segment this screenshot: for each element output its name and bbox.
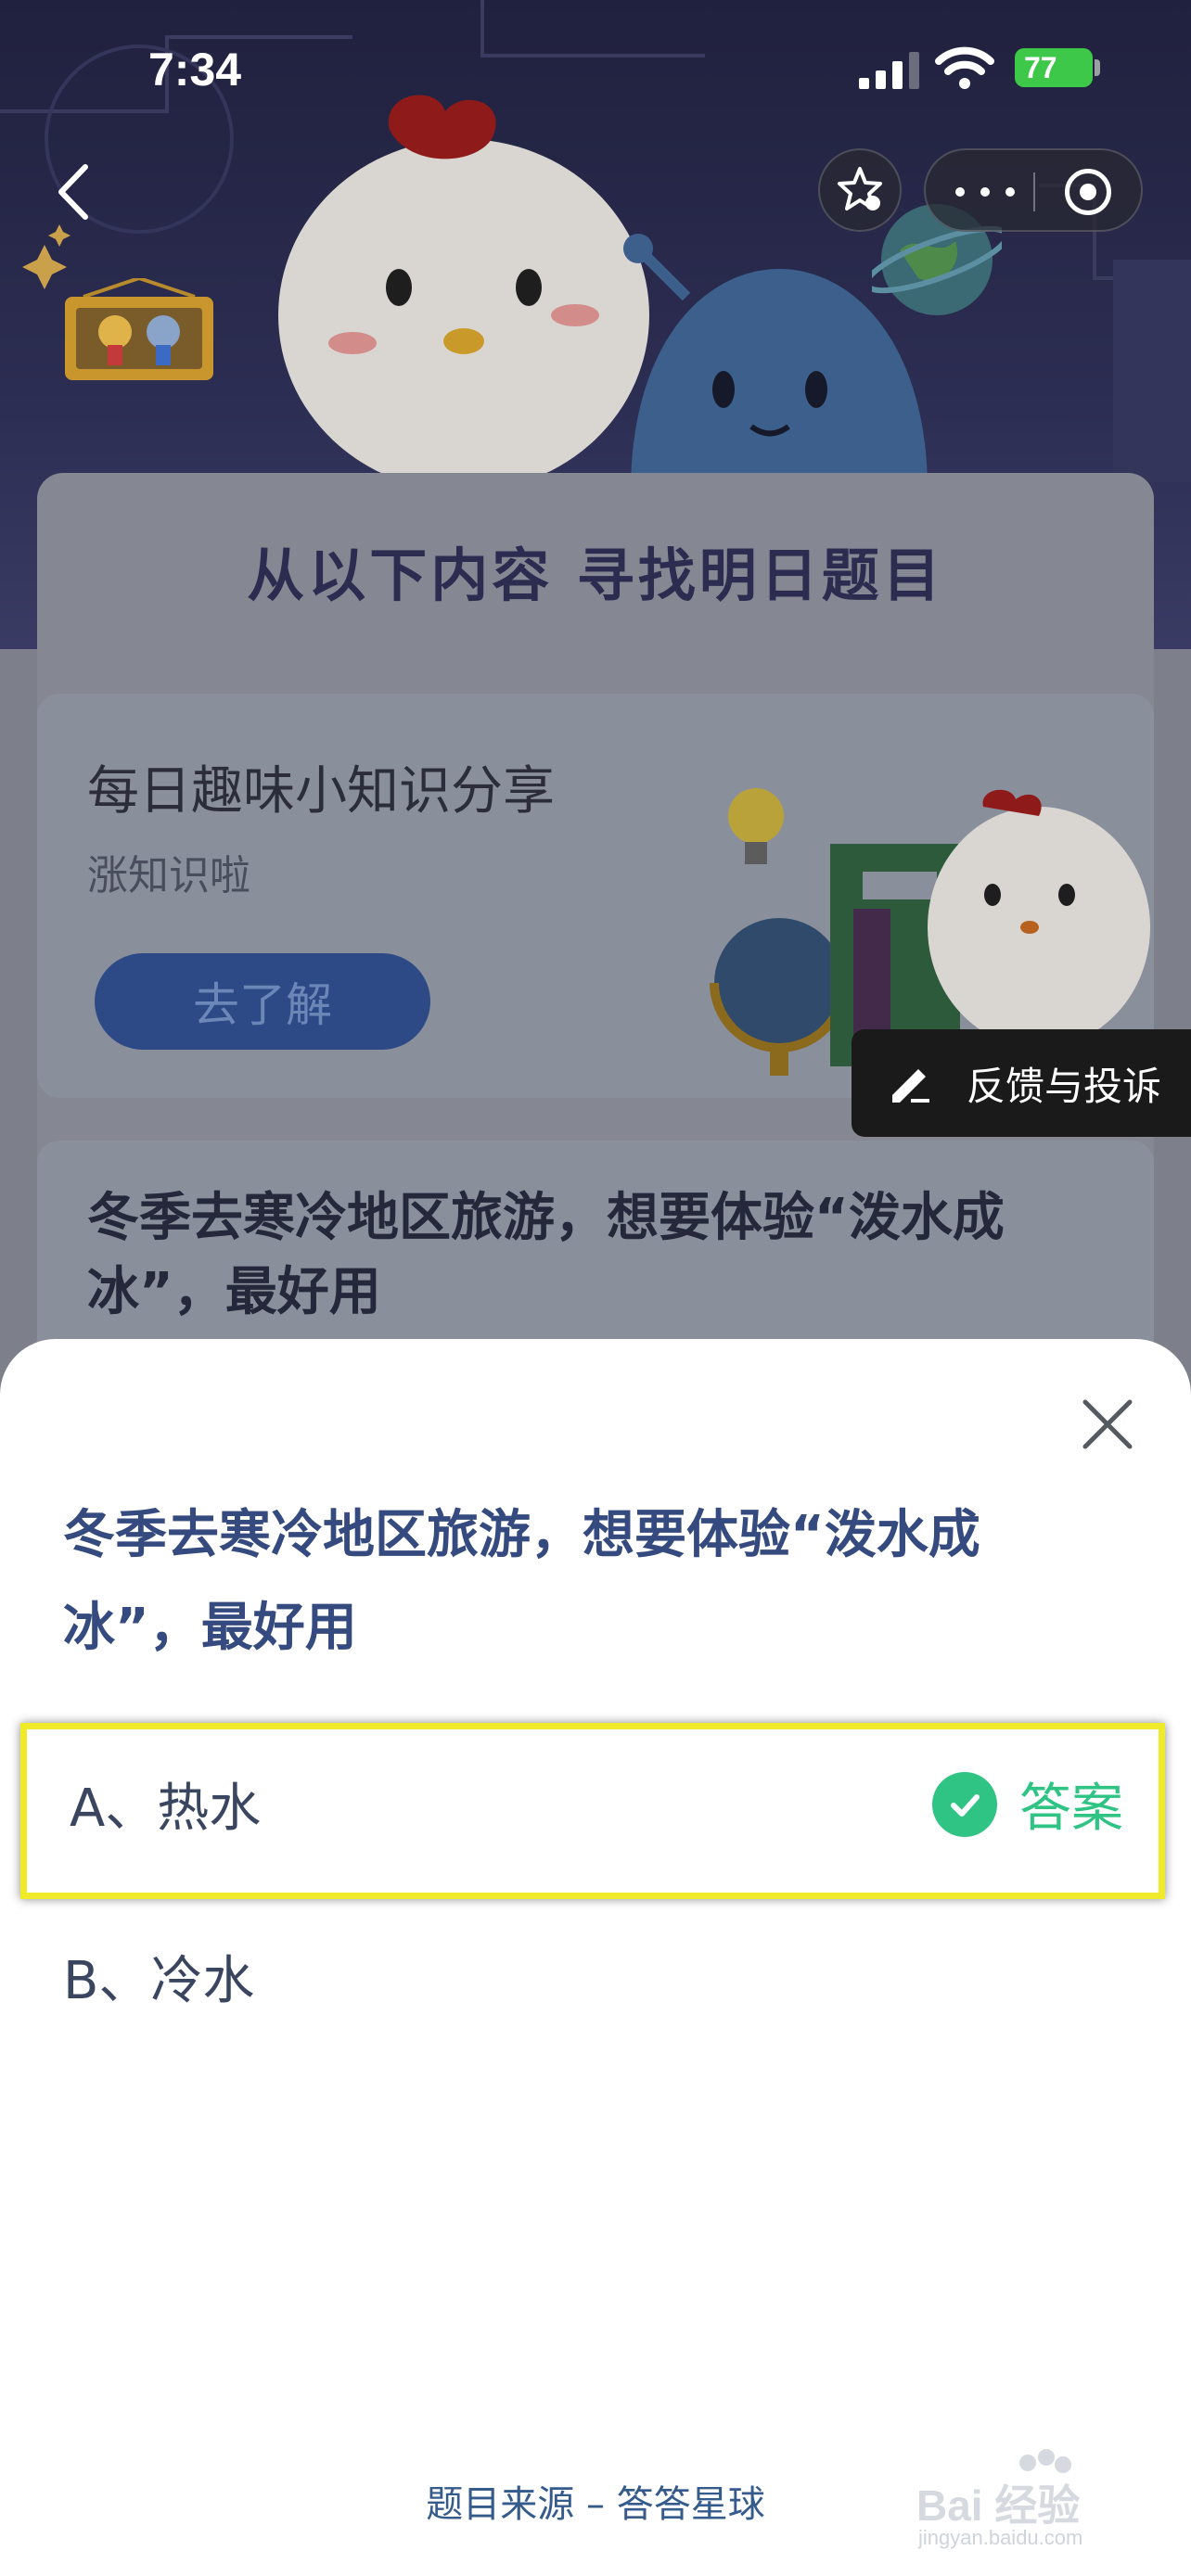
option-a-label: A、热水 [70,1779,262,1839]
option-b-label: B、冷水 [63,1950,255,2011]
section-heading: 从以下内容 寻找明日题目 [247,542,944,609]
alien-mascot-illustration [623,234,928,491]
watermark-brand: Bai 经验 [916,2481,1080,2530]
cellular-signal-icon [859,52,919,89]
miniprogram-capsule [924,148,1143,232]
learn-more-button[interactable]: 去了解 [95,953,430,1050]
baidu-jingyan-watermark: Bai 经验 jingyan.baidu.com [916,2449,1082,2549]
feedback-button[interactable]: 反馈与投诉 [852,1029,1191,1137]
knowledge-card-title: 每日趣味小知识分享 [87,761,555,822]
wifi-icon [935,46,994,89]
battery-level: 77 [1024,50,1057,84]
close-icon[interactable] [1080,1396,1135,1452]
star-icon [838,167,882,210]
answer-label: 答案 [1019,1779,1123,1839]
feedback-label: 反馈与投诉 [967,1063,1162,1109]
answer-badge: 答案 [932,1766,1123,1842]
check-icon [932,1771,997,1837]
status-time: 7:34 [148,44,242,96]
target-icon[interactable] [1065,169,1111,215]
battery-tip [1095,59,1100,76]
favorite-button[interactable] [818,148,902,232]
knowledge-card-subtitle: 涨知识啦 [87,852,250,899]
capsule-divider [1033,172,1035,211]
background-question-text: 冬季去寒冷地区旅游，想要体验“泼水成冰”，最好用 [87,1188,1005,1322]
battery-indicator: 77 [1015,48,1093,87]
back-icon[interactable] [48,159,104,224]
watermark-url: jingyan.baidu.com [917,2526,1082,2549]
option-a[interactable]: A、热水 答案 [20,1723,1165,1899]
edit-icon [892,1069,929,1103]
question-text: 冬季去寒冷地区旅游，想要体验“泼水成冰”，最好用 [63,1505,980,1658]
award-frame-icon [65,278,213,380]
status-bar: 7:34 77 [0,0,1191,139]
answer-sheet: 冬季去寒冷地区旅游，想要体验“泼水成冰”，最好用 A、热水 答案 B、冷水 [0,1339,1191,2576]
option-b[interactable]: B、冷水 [20,1906,1165,2046]
more-icon[interactable] [955,174,1015,210]
